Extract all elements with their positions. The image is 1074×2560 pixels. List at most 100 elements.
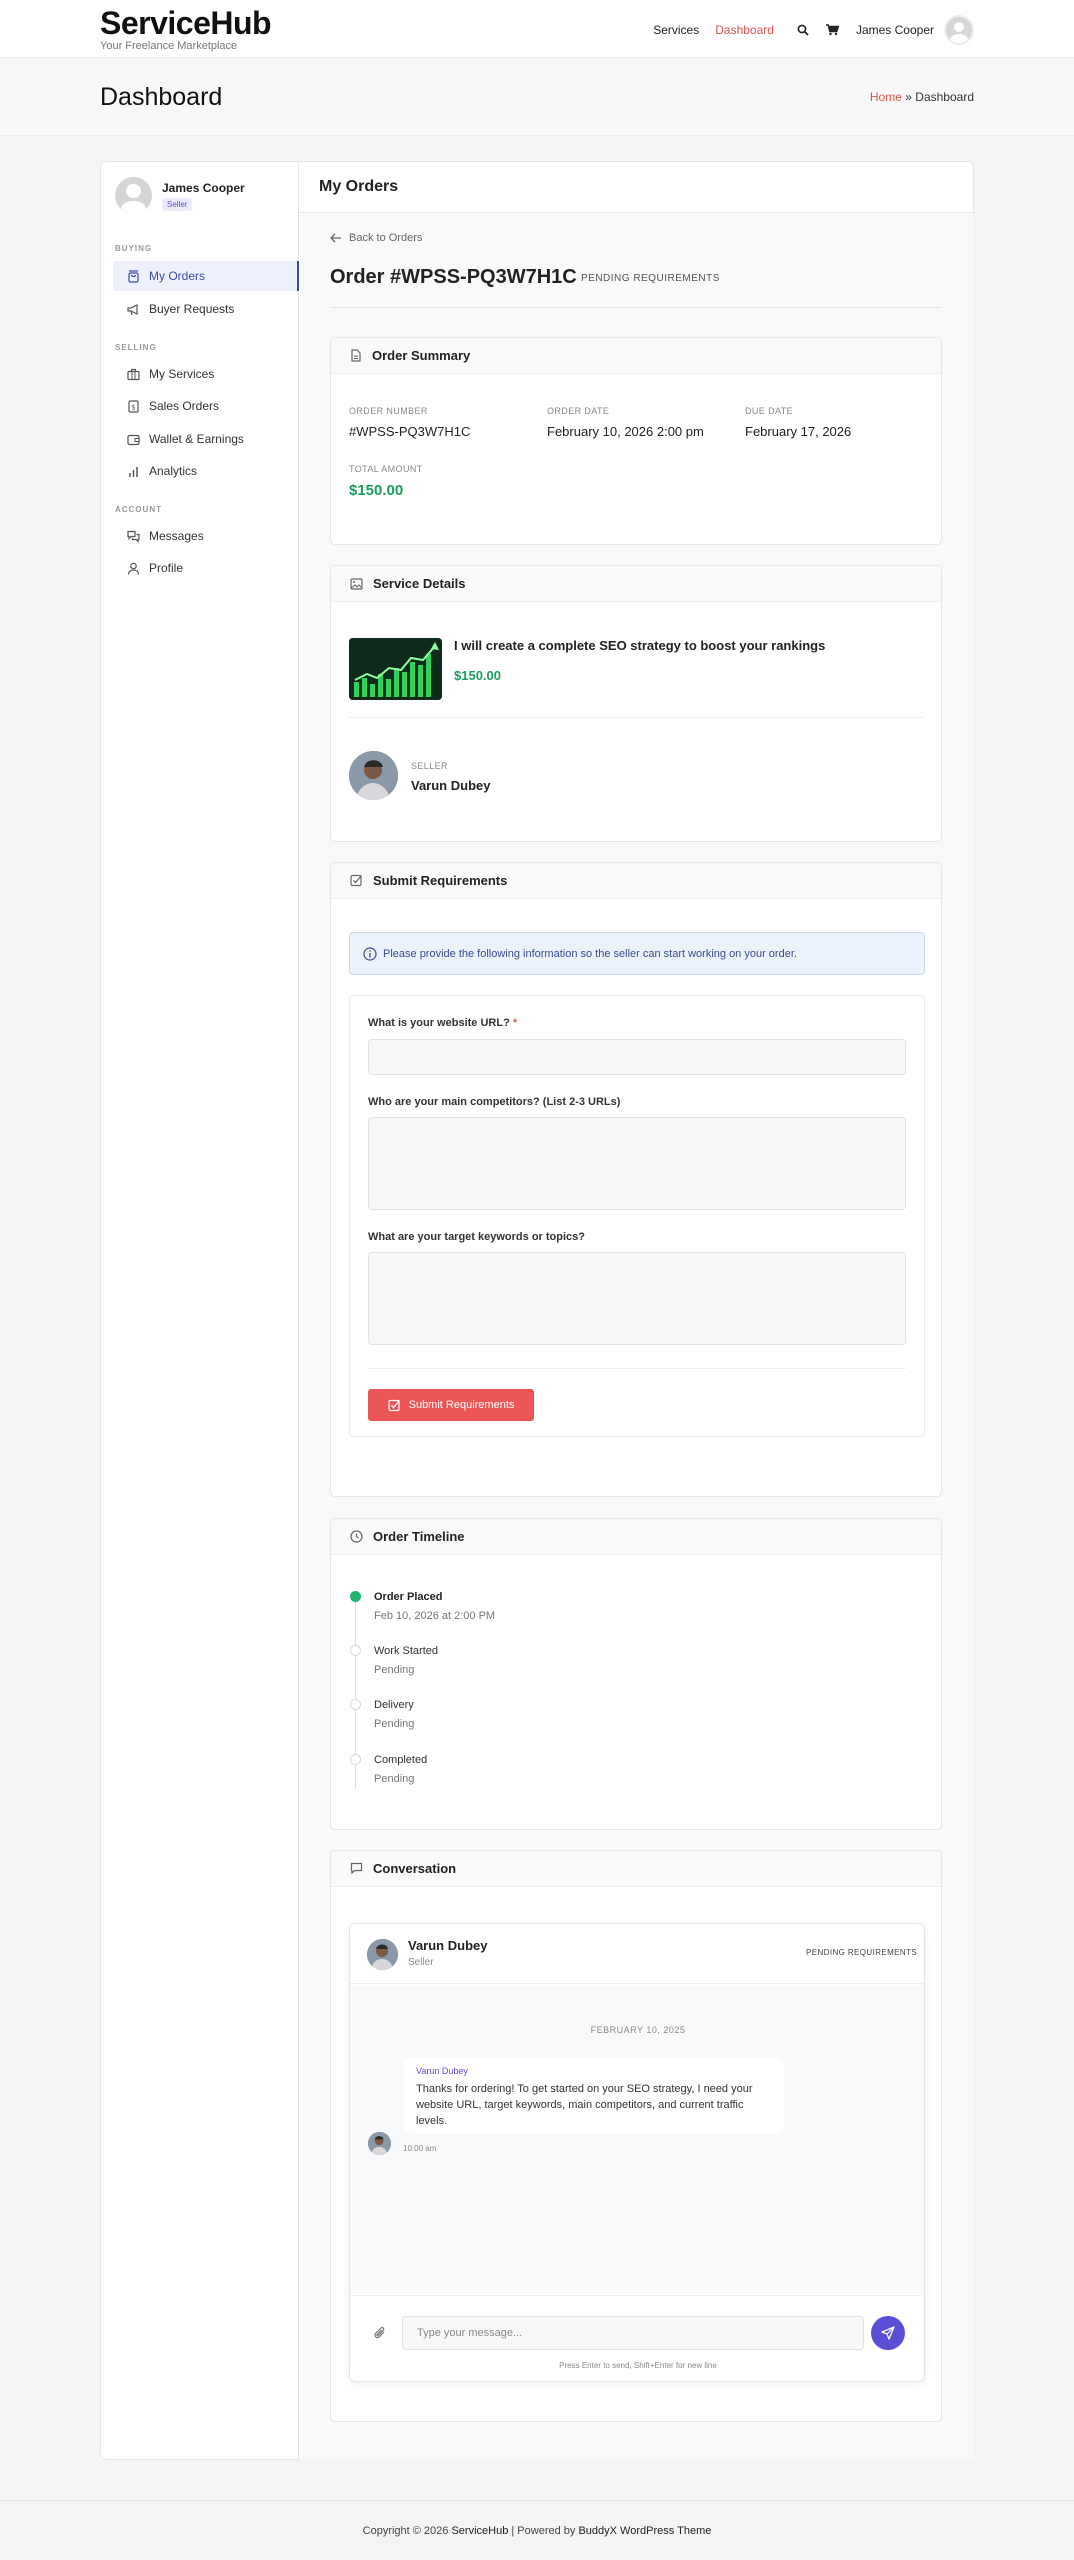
sidebar-item-wallet[interactable]: Wallet & Earnings — [113, 424, 299, 454]
divider — [330, 307, 942, 308]
order-title: Order #WPSS-PQ3W7H1C — [330, 266, 577, 288]
nav-dashboard[interactable]: Dashboard — [715, 23, 774, 37]
keywords-textarea[interactable] — [368, 1252, 906, 1345]
order-date-label: ORDER DATE — [547, 406, 610, 416]
avatar[interactable] — [115, 177, 152, 214]
arrow-left-icon — [330, 233, 341, 243]
checkbox-icon — [350, 874, 362, 887]
sidebar-item-profile[interactable]: Profile — [113, 553, 299, 583]
card-title: Conversation — [373, 1861, 457, 1876]
sidebar-item-messages[interactable]: Messages — [113, 521, 299, 551]
card-title: Order Summary — [372, 348, 471, 363]
image-icon — [350, 577, 363, 590]
clock-icon — [350, 1530, 363, 1543]
service-details-card: Service Details I will create a complete… — [330, 565, 942, 842]
back-to-orders-link[interactable]: Back to Orders — [330, 232, 422, 244]
main-header: My Orders — [300, 162, 974, 213]
total-value: $150.00 — [349, 482, 404, 499]
paperclip-icon[interactable] — [373, 2325, 387, 2341]
chat-messages: FEBRUARY 10, 2025 Varun Dubey Thanks for… — [350, 1985, 924, 2294]
date-divider: FEBRUARY 10, 2025 — [590, 2025, 686, 2035]
sidebar-item-label: Sales Orders — [149, 399, 220, 413]
sidebar-item-my-orders[interactable]: My Orders — [113, 261, 299, 291]
chat-header: Varun Dubey Seller PENDING REQUIREMENTS — [350, 1924, 924, 1984]
breadcrumb-home[interactable]: Home — [870, 90, 902, 104]
competitors-textarea[interactable] — [368, 1117, 906, 1210]
sidebar-item-analytics[interactable]: Analytics — [113, 456, 299, 486]
timeline-step-title: Order Placed — [374, 1591, 443, 1603]
nav-services[interactable]: Services — [653, 23, 699, 37]
timeline-step-title: Work Started — [374, 1645, 438, 1657]
checkbox-icon — [388, 1399, 400, 1411]
contact-name: Varun Dubey — [408, 1938, 488, 1953]
document-icon — [351, 349, 361, 362]
chat-composer: Type your message... Press Enter to send… — [350, 2295, 924, 2383]
cart-icon[interactable] — [826, 23, 840, 37]
site-header: ServiceHub Your Freelance Marketplace Se… — [0, 0, 1074, 58]
question-label: What is your website URL? * — [368, 1017, 517, 1029]
due-date-label: DUE DATE — [745, 406, 794, 416]
user-icon — [127, 562, 140, 575]
sidebar-item-my-services[interactable]: My Services — [113, 359, 299, 389]
sidebar-item-label: Messages — [149, 529, 204, 543]
card-header: Service Details — [331, 566, 941, 602]
total-label: TOTAL AMOUNT — [349, 464, 423, 474]
seller-avatar[interactable] — [349, 751, 398, 800]
header-user-name[interactable]: James Cooper — [856, 23, 934, 37]
question-text: What is your website URL? — [368, 1017, 510, 1029]
due-date-value: February 17, 2026 — [745, 424, 852, 439]
message-avatar — [368, 2132, 391, 2155]
contact-avatar[interactable] — [367, 1939, 398, 1970]
requirements-form: What is your website URL? * Who are your… — [349, 995, 925, 1437]
timeline-dot — [350, 1754, 361, 1765]
breadcrumb-separator: » — [905, 90, 912, 104]
footer-copyright: Copyright © 2026 — [362, 2525, 449, 2537]
submit-requirements-button[interactable]: Submit Requirements — [368, 1389, 534, 1421]
service-thumbnail[interactable] — [349, 638, 442, 700]
section-buying: BUYING — [115, 244, 153, 253]
chat-window: Varun Dubey Seller PENDING REQUIREMENTS … — [349, 1923, 925, 2382]
sidebar-item-label: My Orders — [149, 269, 206, 283]
send-icon — [881, 2326, 895, 2340]
send-button[interactable] — [871, 2316, 905, 2350]
bag-icon — [128, 269, 139, 283]
question-label: Who are your main competitors? (List 2-3… — [368, 1096, 621, 1108]
bar-chart-icon — [129, 466, 138, 477]
page-title: Dashboard — [100, 83, 223, 111]
footer-theme-link[interactable]: BuddyX WordPress Theme — [578, 2525, 711, 2537]
header-avatar[interactable] — [944, 15, 974, 45]
sidebar-item-buyer-requests[interactable]: Buyer Requests — [113, 294, 299, 324]
service-title[interactable]: I will create a complete SEO strategy to… — [454, 638, 914, 653]
order-number-value: #WPSS-PQ3W7H1C — [349, 424, 471, 439]
breadcrumb: Home » Dashboard — [870, 90, 974, 104]
sidebar-item-sales-orders[interactable]: $ Sales Orders — [113, 391, 299, 421]
chat-status-badge: PENDING REQUIREMENTS — [806, 1948, 918, 1957]
divider — [368, 1368, 906, 1369]
info-alert: Please provide the following information… — [349, 932, 925, 975]
timeline-dot-done — [350, 1591, 361, 1602]
message-input[interactable]: Type your message... — [402, 2316, 864, 2350]
site-footer: Copyright © 2026 ServiceHub | Powered by… — [0, 2500, 1074, 2560]
section-account: ACCOUNT — [115, 505, 162, 514]
website-url-input[interactable] — [368, 1039, 906, 1075]
message-placeholder: Type your message... — [417, 2327, 523, 2339]
question-label: What are your target keywords or topics? — [368, 1231, 585, 1243]
required-marker: * — [512, 1017, 518, 1029]
card-title: Service Details — [373, 576, 466, 591]
briefcase-icon — [127, 368, 140, 380]
footer-powered: | Powered by — [511, 2525, 576, 2537]
order-number-label: ORDER NUMBER — [349, 406, 428, 416]
receipt-icon: $ — [128, 399, 139, 413]
search-icon[interactable] — [796, 23, 810, 37]
seller-name[interactable]: Varun Dubey — [411, 778, 490, 793]
order-timeline-card: Order Timeline Order Placed Feb 10, 2026… — [330, 1518, 942, 1830]
card-title: Order Timeline — [373, 1529, 465, 1544]
message-text: Thanks for ordering! To get started on y… — [416, 2083, 753, 2127]
sidebar-item-label: Wallet & Earnings — [149, 432, 244, 446]
back-label: Back to Orders — [349, 232, 423, 244]
sidebar-user-name: James Cooper — [162, 181, 245, 195]
footer-site-link[interactable]: ServiceHub — [451, 2525, 508, 2537]
site-logo[interactable]: ServiceHub — [100, 5, 272, 42]
message-bubble: Varun Dubey Thanks for ordering! To get … — [404, 2057, 784, 2133]
info-icon — [363, 947, 377, 961]
